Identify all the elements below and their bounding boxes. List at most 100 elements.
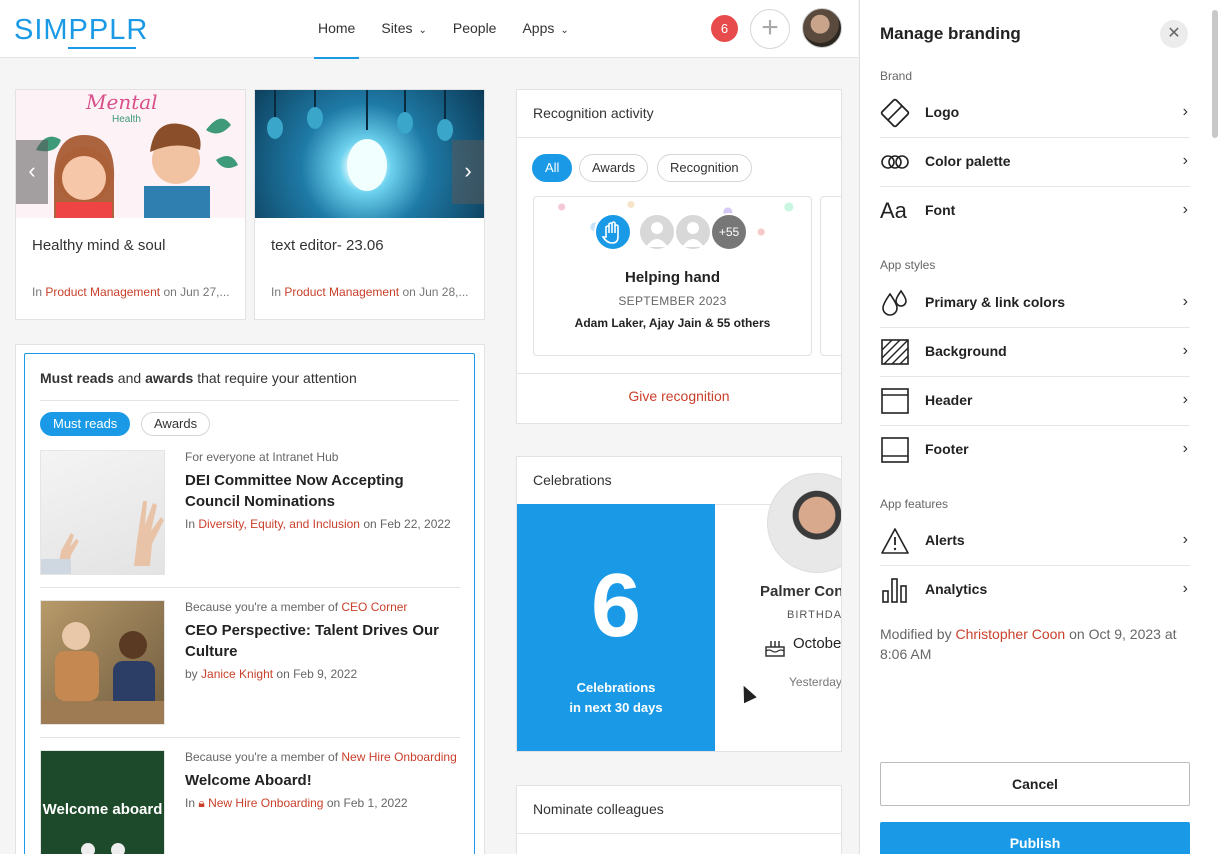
feature-meta: In Product Management on Jun 27,... bbox=[32, 285, 230, 299]
must-read-meta: In Diversity, Equity, and Inclusion on F… bbox=[185, 517, 451, 531]
celebrations-count-tile[interactable]: 6 Celebrations in next 30 days bbox=[517, 504, 715, 751]
modified-info: Modified by Christopher Coon on Oct 9, 2… bbox=[880, 626, 1177, 662]
footer-icon bbox=[881, 437, 909, 463]
celebration-type: BIRTHDAY bbox=[787, 609, 842, 621]
notification-badge[interactable]: 6 bbox=[711, 15, 738, 42]
site-link[interactable]: Product Management bbox=[284, 285, 399, 299]
divider bbox=[517, 137, 841, 138]
recognition-date: SEPTEMBER 2023 bbox=[618, 294, 727, 308]
feature-image: Mental Health bbox=[16, 90, 245, 218]
site-link[interactable]: New Hire Onboarding bbox=[341, 750, 456, 764]
alert-icon bbox=[881, 528, 909, 554]
nav-home[interactable]: Home bbox=[308, 0, 365, 59]
carousel-prev-button[interactable]: ‹ bbox=[16, 140, 48, 204]
recognition-people: Adam Laker, Ajay Jain & 55 others bbox=[574, 316, 771, 330]
branding-item-label: Primary & link colors bbox=[925, 294, 1066, 310]
must-read-title[interactable]: DEI Committee Now Accepting Council Nomi… bbox=[185, 470, 460, 512]
branding-item-analytics[interactable]: Analytics › bbox=[880, 566, 1190, 615]
branding-item-alerts[interactable]: Alerts › bbox=[880, 517, 1190, 566]
scrollbar-thumb[interactable] bbox=[1212, 10, 1218, 138]
lock-icon: 🔒︎ bbox=[198, 796, 205, 810]
manage-branding-panel: Manage branding ✕ Brand Logo › Color pal… bbox=[859, 0, 1222, 854]
person-avatar bbox=[638, 213, 676, 251]
site-link[interactable]: New Hire Onboarding bbox=[208, 796, 323, 810]
must-read-meta: by Janice Knight on Feb 9, 2022 bbox=[185, 667, 358, 681]
must-read-context: For everyone at Intranet Hub bbox=[185, 450, 339, 464]
more-count-badge: +55 bbox=[710, 213, 748, 251]
must-read-title[interactable]: CEO Perspective: Talent Drives Our Cultu… bbox=[185, 620, 460, 662]
celebration-when: Yesterday bbox=[789, 675, 842, 689]
droplets-icon bbox=[882, 289, 907, 316]
panel-title: Manage branding bbox=[880, 24, 1021, 43]
author-link[interactable]: Janice Knight bbox=[201, 667, 273, 681]
celebrations-label: Celebrations in next 30 days bbox=[569, 680, 663, 715]
must-read-item[interactable]: For everyone at Intranet Hub DEI Committ… bbox=[40, 450, 460, 576]
site-link[interactable]: CEO Corner bbox=[341, 600, 407, 614]
must-read-item[interactable]: Welcome aboard Because you're a member o… bbox=[40, 750, 460, 854]
next-recognition-card[interactable] bbox=[820, 196, 841, 356]
must-read-meta: In 🔒︎ New Hire Onboarding on Feb 1, 2022 bbox=[185, 796, 408, 810]
branding-item-label: Logo bbox=[925, 104, 960, 120]
divider bbox=[517, 833, 841, 834]
must-read-title[interactable]: Welcome Aboard! bbox=[185, 770, 460, 791]
publish-button[interactable]: Publish bbox=[880, 822, 1190, 854]
celebrations-count: 6 bbox=[590, 556, 642, 656]
branding-item-header[interactable]: Header › bbox=[880, 377, 1190, 426]
branding-item-font[interactable]: Aa Font › bbox=[880, 187, 1190, 236]
close-button[interactable]: ✕ bbox=[1160, 20, 1188, 48]
celebration-person[interactable]: Palmer Con bbox=[760, 583, 841, 600]
user-avatar[interactable] bbox=[802, 8, 842, 48]
give-recognition-link[interactable]: Give recognition bbox=[517, 388, 841, 404]
chevron-right-icon: › bbox=[1182, 103, 1188, 120]
site-link[interactable]: Product Management bbox=[45, 285, 160, 299]
branding-item-primary-link-colors[interactable]: Primary & link colors › bbox=[880, 279, 1190, 328]
branding-item-label: Footer bbox=[925, 441, 969, 457]
branding-item-logo[interactable]: Logo › bbox=[880, 89, 1190, 138]
filter-all[interactable]: All bbox=[532, 154, 573, 182]
simpplr-logo[interactable]: SIMPPLR bbox=[14, 14, 148, 49]
cake-icon bbox=[763, 635, 787, 664]
filter-awards[interactable]: Awards bbox=[579, 154, 649, 182]
branding-item-label: Analytics bbox=[925, 581, 988, 597]
chevron-right-icon: › bbox=[1182, 391, 1188, 408]
branding-item-color-palette[interactable]: Color palette › bbox=[880, 138, 1190, 187]
feature-title[interactable]: Healthy mind & soul bbox=[32, 237, 165, 254]
filter-recognition[interactable]: Recognition bbox=[657, 154, 752, 182]
top-header: SIMPPLR Home Sites ⌄ People Apps ⌄ 6 + bbox=[0, 0, 858, 59]
cancel-button[interactable]: Cancel bbox=[880, 762, 1190, 806]
nav-apps[interactable]: Apps ⌄ bbox=[512, 0, 578, 58]
must-read-thumbnail bbox=[40, 600, 165, 725]
branding-item-label: Font bbox=[925, 202, 956, 218]
divider bbox=[517, 373, 841, 374]
recognition-card[interactable]: +55 Helping hand SEPTEMBER 2023 Adam Lak… bbox=[533, 196, 812, 356]
tab-must-reads[interactable]: Must reads bbox=[40, 412, 131, 436]
must-reads-heading: Must reads and awards that require your … bbox=[40, 370, 357, 386]
analytics-icon bbox=[882, 578, 907, 603]
nav-people[interactable]: People bbox=[443, 0, 507, 58]
modified-by-link[interactable]: Christopher Coon bbox=[955, 626, 1065, 642]
site-link[interactable]: Diversity, Equity, and Inclusion bbox=[198, 517, 360, 531]
branding-item-background[interactable]: Background › bbox=[880, 328, 1190, 377]
nominate-title: Nominate colleagues bbox=[533, 801, 664, 817]
feature-title[interactable]: text editor- 23.06 bbox=[271, 237, 384, 254]
carousel-next-button[interactable]: › bbox=[452, 140, 484, 204]
must-reads-card: Must reads and awards that require your … bbox=[24, 353, 475, 854]
branding-item-footer[interactable]: Footer › bbox=[880, 426, 1190, 475]
chevron-right-icon: › bbox=[1182, 531, 1188, 548]
chevron-down-icon: ⌄ bbox=[560, 25, 569, 36]
chevron-right-icon: › bbox=[1182, 293, 1188, 310]
thumbnail-text: Welcome aboard bbox=[42, 801, 163, 818]
hands-icon bbox=[594, 213, 632, 251]
add-content-button[interactable]: + bbox=[750, 9, 790, 49]
must-read-item[interactable]: Because you're a member of CEO Corner CE… bbox=[40, 600, 460, 726]
nav-sites[interactable]: Sites ⌄ bbox=[371, 0, 437, 58]
celebrations-panel: Celebrations 6 Celebrations in next 30 da… bbox=[516, 456, 842, 752]
tab-awards[interactable]: Awards bbox=[141, 412, 211, 436]
background-icon bbox=[881, 339, 909, 365]
celebration-date: Octobe bbox=[793, 635, 842, 652]
recognition-panel: Recognition activity All Awards Recognit… bbox=[516, 89, 842, 424]
feature-card[interactable]: Mental Health ‹ Healthy mind & soul In P… bbox=[15, 89, 246, 320]
celebration-avatar[interactable] bbox=[767, 473, 841, 573]
person-avatar bbox=[674, 213, 712, 251]
feature-card[interactable]: › text editor- 23.06 In Product Manageme… bbox=[254, 89, 485, 320]
